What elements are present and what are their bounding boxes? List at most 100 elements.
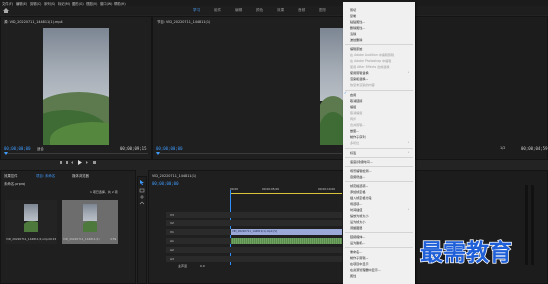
menu-item-copy[interactable]: 复制 (350, 13, 356, 18)
tab-media-browser[interactable]: 媒体浏览器 (72, 173, 89, 178)
menu-item-enable[interactable]: 启用 (350, 92, 356, 97)
ruler-label: 00;00;05;00 (262, 187, 280, 191)
track-label: A1 (170, 239, 174, 243)
menu-item-frame-hold-options[interactable]: 帧定格选项... (350, 183, 368, 188)
menu-item-reveal-in-project[interactable]: 在项目中显示 (350, 261, 369, 266)
menu-item-make-subclip[interactable]: 制作子剪辑... (350, 255, 368, 260)
track-label: A3 (170, 257, 174, 261)
menu-item-rename[interactable]: 重命名... (350, 249, 362, 254)
source-playhead-icon[interactable] (4, 152, 8, 155)
tools-icons[interactable] (139, 180, 145, 210)
menu-item-insert-frame-hold[interactable]: 插入帧定格分段 (350, 195, 372, 200)
menu-item-remove-attributes[interactable]: 删除属性... (350, 25, 365, 30)
menu-item-scale-to-frame[interactable]: 缩放为帧大小 (350, 213, 369, 218)
workspace-audio[interactable]: 音频 (298, 8, 305, 13)
audio-meter-bar (531, 185, 534, 265)
menu-item-reveal-in-explorer[interactable]: 在资源管理器中显示... (350, 267, 381, 272)
menu-separator (345, 44, 413, 45)
program-scrubber[interactable] (156, 153, 342, 154)
menu-item-label[interactable]: 标签 (350, 150, 356, 155)
menu-item-link-media[interactable]: 链接媒体... (350, 234, 365, 239)
home-icon[interactable] (3, 8, 9, 13)
check-icon: ✓ (344, 91, 348, 95)
timeline-playhead[interactable] (230, 190, 231, 265)
project-selection-count: 1 项已选择，共 2 项 (90, 190, 118, 194)
program-playhead-icon[interactable] (156, 152, 160, 155)
track-a2[interactable] (166, 247, 342, 253)
menu-item-properties[interactable]: 属性 (350, 273, 356, 278)
source-fit-select[interactable]: 适合 (37, 146, 44, 151)
workspace-learn[interactable]: 学习 (193, 8, 200, 13)
menu-item-paste-attributes[interactable]: 粘贴属性... (350, 19, 365, 24)
project-item-duration: 4;59 (110, 237, 117, 241)
workspace-bar (0, 6, 548, 15)
project-item-thumbnail (83, 204, 97, 232)
track-v2[interactable] (166, 220, 342, 226)
menu-separator (345, 90, 413, 91)
track-a3[interactable] (166, 256, 342, 262)
menu-item-edit-audition: 在 Adobe Audition 中编辑剪辑 (350, 53, 395, 57)
work-area-bar[interactable] (230, 193, 342, 194)
workspace-graphics[interactable]: 图形 (319, 8, 326, 13)
menu-item-clear[interactable]: 清除 (350, 31, 356, 36)
project-item-thumbnail (24, 204, 38, 232)
menu-item-ripple-delete[interactable]: 波纹删除 (350, 37, 362, 42)
track-v3[interactable] (166, 212, 342, 218)
menu-item-replace-with-clip[interactable]: 使用剪辑替换 (350, 70, 369, 75)
menu-separator (345, 181, 413, 182)
menu-item-scene-detect[interactable]: 场景编辑检测... (350, 168, 372, 173)
audio-clip[interactable] (231, 238, 342, 244)
workspace-effects[interactable]: 效果 (277, 8, 284, 13)
menu-item-add-frame-hold[interactable]: 添加帧定格 (350, 189, 365, 194)
submenu-arrow-icon: › (408, 70, 410, 74)
menu-separator (345, 166, 413, 167)
menu-item-nest[interactable]: 嵌套... (350, 128, 359, 133)
menu-item-make-offline[interactable]: 设为脱机... (350, 240, 365, 245)
menu-item-multicam: 多机位 (350, 141, 360, 145)
audio-meter-bar (525, 185, 528, 265)
master-track-value: 0.0 (200, 264, 205, 268)
tab-effect-controls[interactable]: 效果控件 (4, 173, 18, 178)
program-duration: 00;00;04;59 (521, 146, 548, 151)
menu-item-adjustment-layer[interactable]: 调整图层 (350, 225, 362, 230)
menu-item-make-subsequence[interactable]: 制作子序列 (350, 134, 365, 139)
menu-item-render-replace[interactable]: 渲染和替换... (350, 76, 368, 81)
project-item-name: VID_20220711_144811(1).mp4 (6, 237, 50, 241)
menu-item-unlink[interactable]: 取消链接 (350, 98, 362, 103)
menu-separator (345, 232, 413, 233)
menu-separator (345, 148, 413, 149)
source-timecode: 00;00;00;00 (4, 146, 31, 151)
menu-item-ungroup: 取消编组 (350, 111, 363, 115)
video-clip[interactable]: VID_20220711_144811(1).mp4 [V] (231, 229, 342, 235)
source-transport-controls[interactable] (60, 160, 100, 165)
workspace-assembly[interactable]: 组件 (214, 8, 221, 13)
timeline-title: VID_20220711_144811(1) (152, 174, 197, 178)
menu-item-field-options[interactable]: 场选项... (350, 201, 362, 206)
menu-item-speed-duration[interactable]: 速度/持续时间... (350, 159, 373, 164)
menu-item-restore-unrendered: 恢复未渲染的内容 (350, 83, 375, 87)
source-scrubber[interactable] (4, 153, 148, 154)
ruler-label: 00;00;10;00 (318, 187, 336, 191)
project-item-name: VID_20220711_144811(1) (63, 237, 100, 241)
menu-item-edit-original[interactable]: 编辑原始 (350, 46, 362, 51)
program-monitor-right (415, 16, 548, 160)
menu-item-audio-gain[interactable]: 音频增益... (350, 174, 365, 179)
workspace-color[interactable]: 颜色 (256, 8, 263, 13)
source-monitor-title: 源: VID_20220711_144811(1).mp4 (4, 20, 63, 24)
menu-separator (345, 247, 413, 248)
tab-project[interactable]: 项目: 未命名 (36, 173, 55, 178)
program-fit-select[interactable]: 1/2 (500, 146, 505, 150)
source-duration: 00;00;09;15 (120, 146, 147, 151)
video-clip-label: VID_20220711_144811(1).mp4 [V] (232, 230, 278, 233)
project-item-duration: 9;15 (50, 237, 57, 241)
menu-item-set-to-frame[interactable]: 设为帧大小 (350, 219, 365, 224)
workspace-editing[interactable]: 编辑 (235, 8, 242, 13)
menu-item-cut[interactable]: 剪切 (350, 7, 356, 12)
menu-item-time-interpolation[interactable]: 时间插值 (350, 207, 362, 212)
submenu-arrow-icon: › (408, 207, 410, 211)
program-video-frame (320, 28, 343, 145)
menu-item-merge-clips: 合并剪辑... (350, 123, 366, 127)
ruler-label: 00;00 (230, 187, 239, 191)
menu-item-group[interactable]: 编组 (350, 104, 356, 109)
track-label: V3 (170, 213, 174, 217)
